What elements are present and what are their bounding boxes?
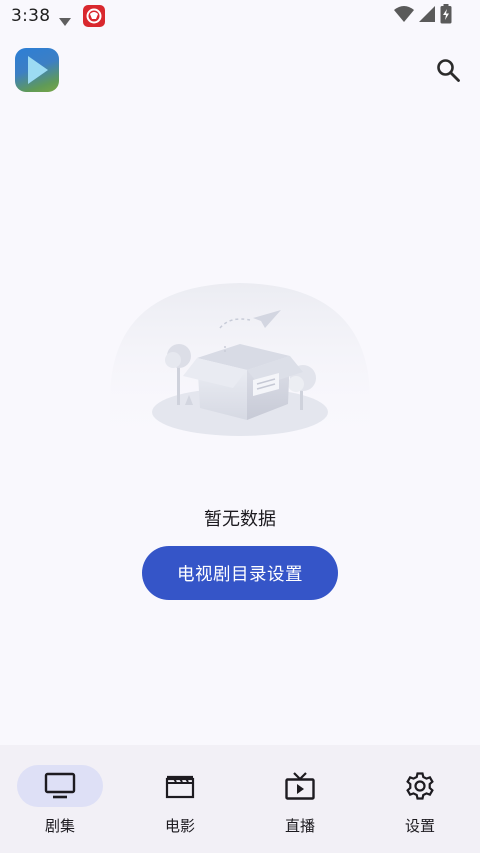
play-icon [28, 56, 48, 84]
status-time: 3:38 [11, 6, 51, 26]
battery-charging-icon [440, 4, 452, 28]
nav-item-movies[interactable]: 电影 [120, 745, 240, 853]
signal-icon [418, 5, 436, 27]
live-tv-icon [285, 772, 315, 800]
bottom-navigation: 剧集 电影 直播 设置 [0, 745, 480, 853]
nav-active-indicator [17, 765, 103, 807]
tv-catalog-settings-button[interactable]: 电视剧目录设置 [142, 546, 338, 600]
status-bar: 3:38 [0, 0, 480, 34]
nav-label-settings: 设置 [404, 817, 435, 835]
status-icons [394, 4, 452, 28]
app-logo [15, 48, 59, 92]
nav-item-live[interactable]: 直播 [240, 745, 360, 853]
gear-icon [406, 772, 434, 800]
nav-item-episodes[interactable]: 剧集 [0, 745, 120, 853]
notification-arrow-icon [58, 12, 72, 31]
nav-item-settings[interactable]: 设置 [360, 745, 480, 853]
empty-box-illustration [105, 280, 375, 450]
tv-icon [44, 772, 76, 799]
empty-state-message: 暂无数据 [204, 509, 276, 530]
nav-label-episodes: 剧集 [44, 817, 75, 835]
screen: 3:38 暂无数据 电视剧目录设置 剧集 电影 直播 设置 [0, 0, 480, 853]
clapperboard-icon [165, 775, 195, 799]
search-button[interactable] [430, 52, 466, 88]
app-notification-icon [83, 5, 105, 27]
wifi-icon [394, 5, 414, 27]
nav-label-live: 直播 [284, 817, 315, 835]
search-icon [437, 59, 460, 82]
nav-label-movies: 电影 [164, 817, 195, 835]
app-bar [0, 34, 480, 106]
